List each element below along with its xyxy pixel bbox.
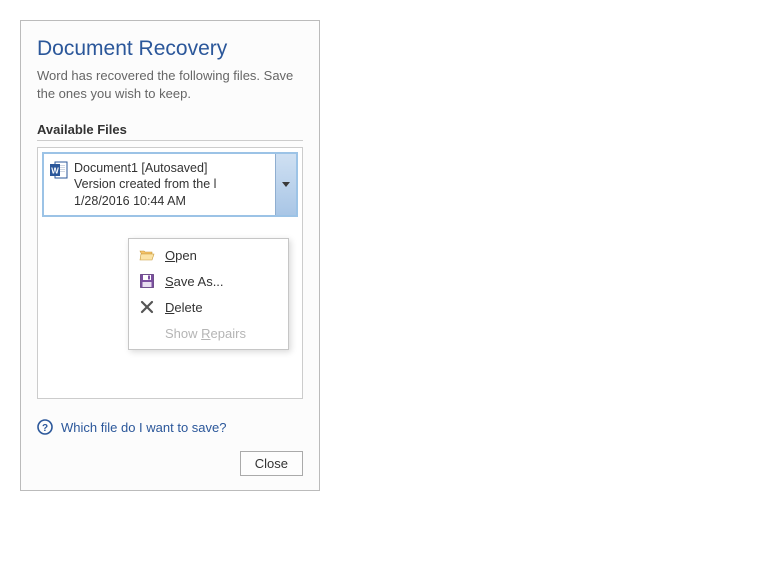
recovered-file-item[interactable]: W Document1 [Autosaved] Version created … xyxy=(42,152,298,217)
help-row: ? Which file do I want to save? xyxy=(37,419,303,435)
menu-open[interactable]: Open xyxy=(131,242,286,268)
panel-title: Document Recovery xyxy=(37,37,303,61)
menu-delete-label: Delete xyxy=(165,300,203,315)
menu-show-repairs-label: Show Repairs xyxy=(165,326,246,341)
menu-show-repairs: Show Repairs xyxy=(131,320,286,346)
close-button[interactable]: Close xyxy=(240,451,303,476)
available-files-label: Available Files xyxy=(37,122,303,141)
svg-text:W: W xyxy=(51,167,59,176)
file-dropdown-button[interactable] xyxy=(275,154,296,215)
word-doc-icon: W xyxy=(50,161,68,179)
menu-save-as-label: Save As... xyxy=(165,274,224,289)
menu-open-label: Open xyxy=(165,248,197,263)
svg-text:?: ? xyxy=(42,423,48,434)
file-version-line: Version created from the l xyxy=(74,176,216,192)
document-recovery-panel: Document Recovery Word has recovered the… xyxy=(20,20,320,491)
folder-open-icon xyxy=(139,247,155,263)
file-timestamp: 1/28/2016 10:44 AM xyxy=(74,193,216,209)
delete-icon xyxy=(139,299,155,315)
menu-delete[interactable]: Delete xyxy=(131,294,286,320)
help-icon: ? xyxy=(37,419,53,435)
file-text-block: Document1 [Autosaved] Version created fr… xyxy=(74,160,216,209)
file-name: Document1 [Autosaved] xyxy=(74,160,216,176)
file-context-menu: Open Save As... xyxy=(128,238,289,350)
menu-save-as[interactable]: Save As... xyxy=(131,268,286,294)
file-list: W Document1 [Autosaved] Version created … xyxy=(37,147,303,399)
save-icon xyxy=(139,273,155,289)
button-row: Close xyxy=(37,451,303,476)
panel-description: Word has recovered the following files. … xyxy=(37,67,303,102)
help-link[interactable]: Which file do I want to save? xyxy=(61,420,226,435)
blank-icon xyxy=(139,325,155,341)
